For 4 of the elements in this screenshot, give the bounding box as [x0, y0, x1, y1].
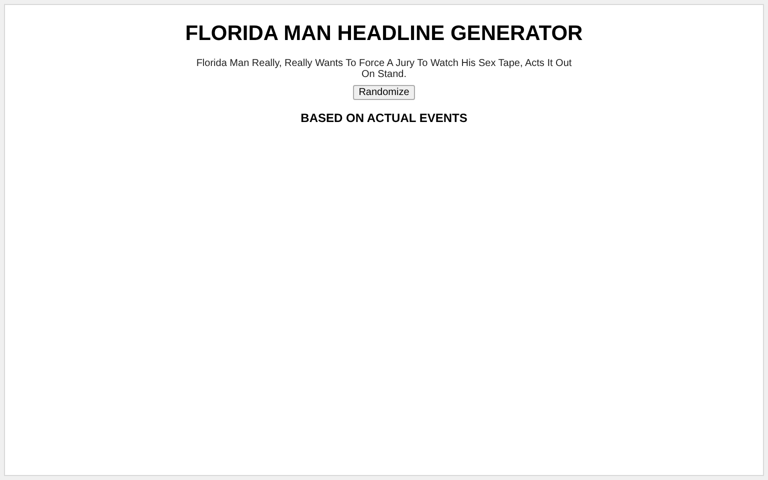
page-title: FLORIDA MAN HEADLINE GENERATOR: [185, 21, 583, 47]
randomize-button[interactable]: Randomize: [352, 85, 416, 100]
footer-heading: BASED ON ACTUAL EVENTS: [300, 110, 468, 127]
headline-text: Florida Man Really, Really Wants To Force A Jury To Watch His Sex Tape, Acts It Out On Stand.: [195, 58, 573, 80]
